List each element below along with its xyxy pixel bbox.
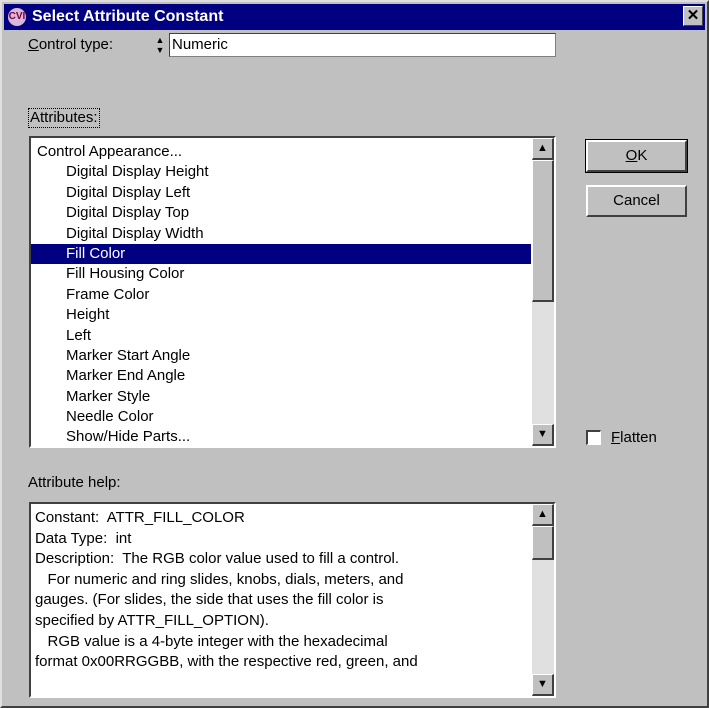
attributes-scrollbar[interactable]: ▲ ▼ bbox=[532, 138, 554, 446]
attributes-listbox[interactable]: Control Appearance... Digital Display Hei… bbox=[29, 136, 556, 448]
attribute-list-item[interactable]: Fill Color bbox=[31, 243, 531, 265]
scroll-thumb[interactable] bbox=[532, 160, 554, 302]
attribute-help-label: Attribute help: bbox=[28, 474, 121, 491]
attribute-list-item[interactable]: Digital Display Top bbox=[31, 203, 531, 223]
attributes-label: Attributes: bbox=[28, 108, 100, 128]
help-scroll-up-icon[interactable]: ▲ bbox=[532, 504, 554, 526]
flatten-checkbox[interactable] bbox=[586, 430, 601, 445]
attribute-list-item[interactable]: Digital Display Left bbox=[31, 183, 531, 203]
help-scroll-down-icon[interactable]: ▼ bbox=[532, 674, 554, 696]
attribute-list-item[interactable]: Frame Color bbox=[31, 285, 531, 305]
attribute-list-item[interactable]: Left bbox=[31, 326, 531, 346]
attributes-list: Control Appearance... Digital Display Hei… bbox=[31, 142, 531, 446]
flatten-label[interactable]: Flatten bbox=[611, 429, 657, 446]
spin-up-icon[interactable]: ▲ bbox=[153, 35, 167, 45]
close-button[interactable]: ✕ bbox=[683, 6, 703, 26]
select-attribute-dialog: CVI Select Attribute Constant ✕ Control … bbox=[0, 0, 709, 708]
attribute-list-item[interactable]: Marker Start Angle bbox=[31, 346, 531, 366]
attribute-list-item[interactable]: Height bbox=[31, 305, 531, 325]
attribute-list-item[interactable]: Needle Color bbox=[31, 407, 531, 427]
attribute-list-item[interactable]: Fill Housing Color bbox=[31, 264, 531, 284]
control-type-field[interactable]: Numeric bbox=[169, 33, 556, 57]
control-type-label: Control type: bbox=[28, 36, 114, 53]
attribute-help-text: Constant: ATTR_FILL_COLOR Data Type: int D… bbox=[35, 508, 530, 673]
attribute-list-item[interactable]: Digital Display Width bbox=[31, 224, 531, 244]
help-text-line: For numeric and ring slides, knobs, dial… bbox=[35, 570, 404, 588]
help-text-line: Description: The RGB color value used to… bbox=[35, 550, 400, 568]
attribute-list-item[interactable]: Show/Hide Parts... bbox=[31, 427, 531, 446]
help-text-line: RGB value is a 4-byte integer with the h… bbox=[35, 632, 388, 650]
attribute-list-item[interactable]: Marker End Angle bbox=[31, 366, 531, 386]
help-text-line: specified by ATTR_FILL_OPTION). bbox=[35, 611, 269, 629]
help-text-line: gauges. (For slides, the side that uses … bbox=[35, 591, 384, 609]
help-text-line: Constant: ATTR_FILL_COLOR bbox=[35, 509, 245, 526]
attribute-help-box[interactable]: Constant: ATTR_FILL_COLOR Data Type: int D… bbox=[29, 502, 556, 698]
help-scroll-thumb[interactable] bbox=[532, 526, 554, 560]
attribute-list-item[interactable]: Digital Display Height bbox=[31, 162, 531, 182]
help-text-line: format 0x00RRGGBB, with the respective r… bbox=[35, 653, 418, 671]
attribute-list-item[interactable]: Marker Style bbox=[31, 387, 531, 407]
cvi-app-icon: CVI bbox=[8, 8, 26, 26]
control-type-spinner[interactable]: ▲ ▼ bbox=[153, 35, 167, 57]
help-scrollbar[interactable]: ▲ ▼ bbox=[532, 504, 554, 696]
ok-button[interactable]: OK bbox=[585, 139, 688, 173]
cancel-button[interactable]: Cancel bbox=[586, 185, 687, 217]
window-title: Select Attribute Constant bbox=[32, 8, 224, 25]
title-bar[interactable]: CVI Select Attribute Constant ✕ bbox=[4, 4, 705, 30]
scroll-up-icon[interactable]: ▲ bbox=[532, 138, 554, 160]
help-text-line: Data Type: int bbox=[35, 529, 132, 547]
attribute-list-item[interactable]: Control Appearance... bbox=[31, 142, 531, 162]
spin-down-icon[interactable]: ▼ bbox=[153, 45, 167, 55]
scroll-down-icon[interactable]: ▼ bbox=[532, 424, 554, 446]
